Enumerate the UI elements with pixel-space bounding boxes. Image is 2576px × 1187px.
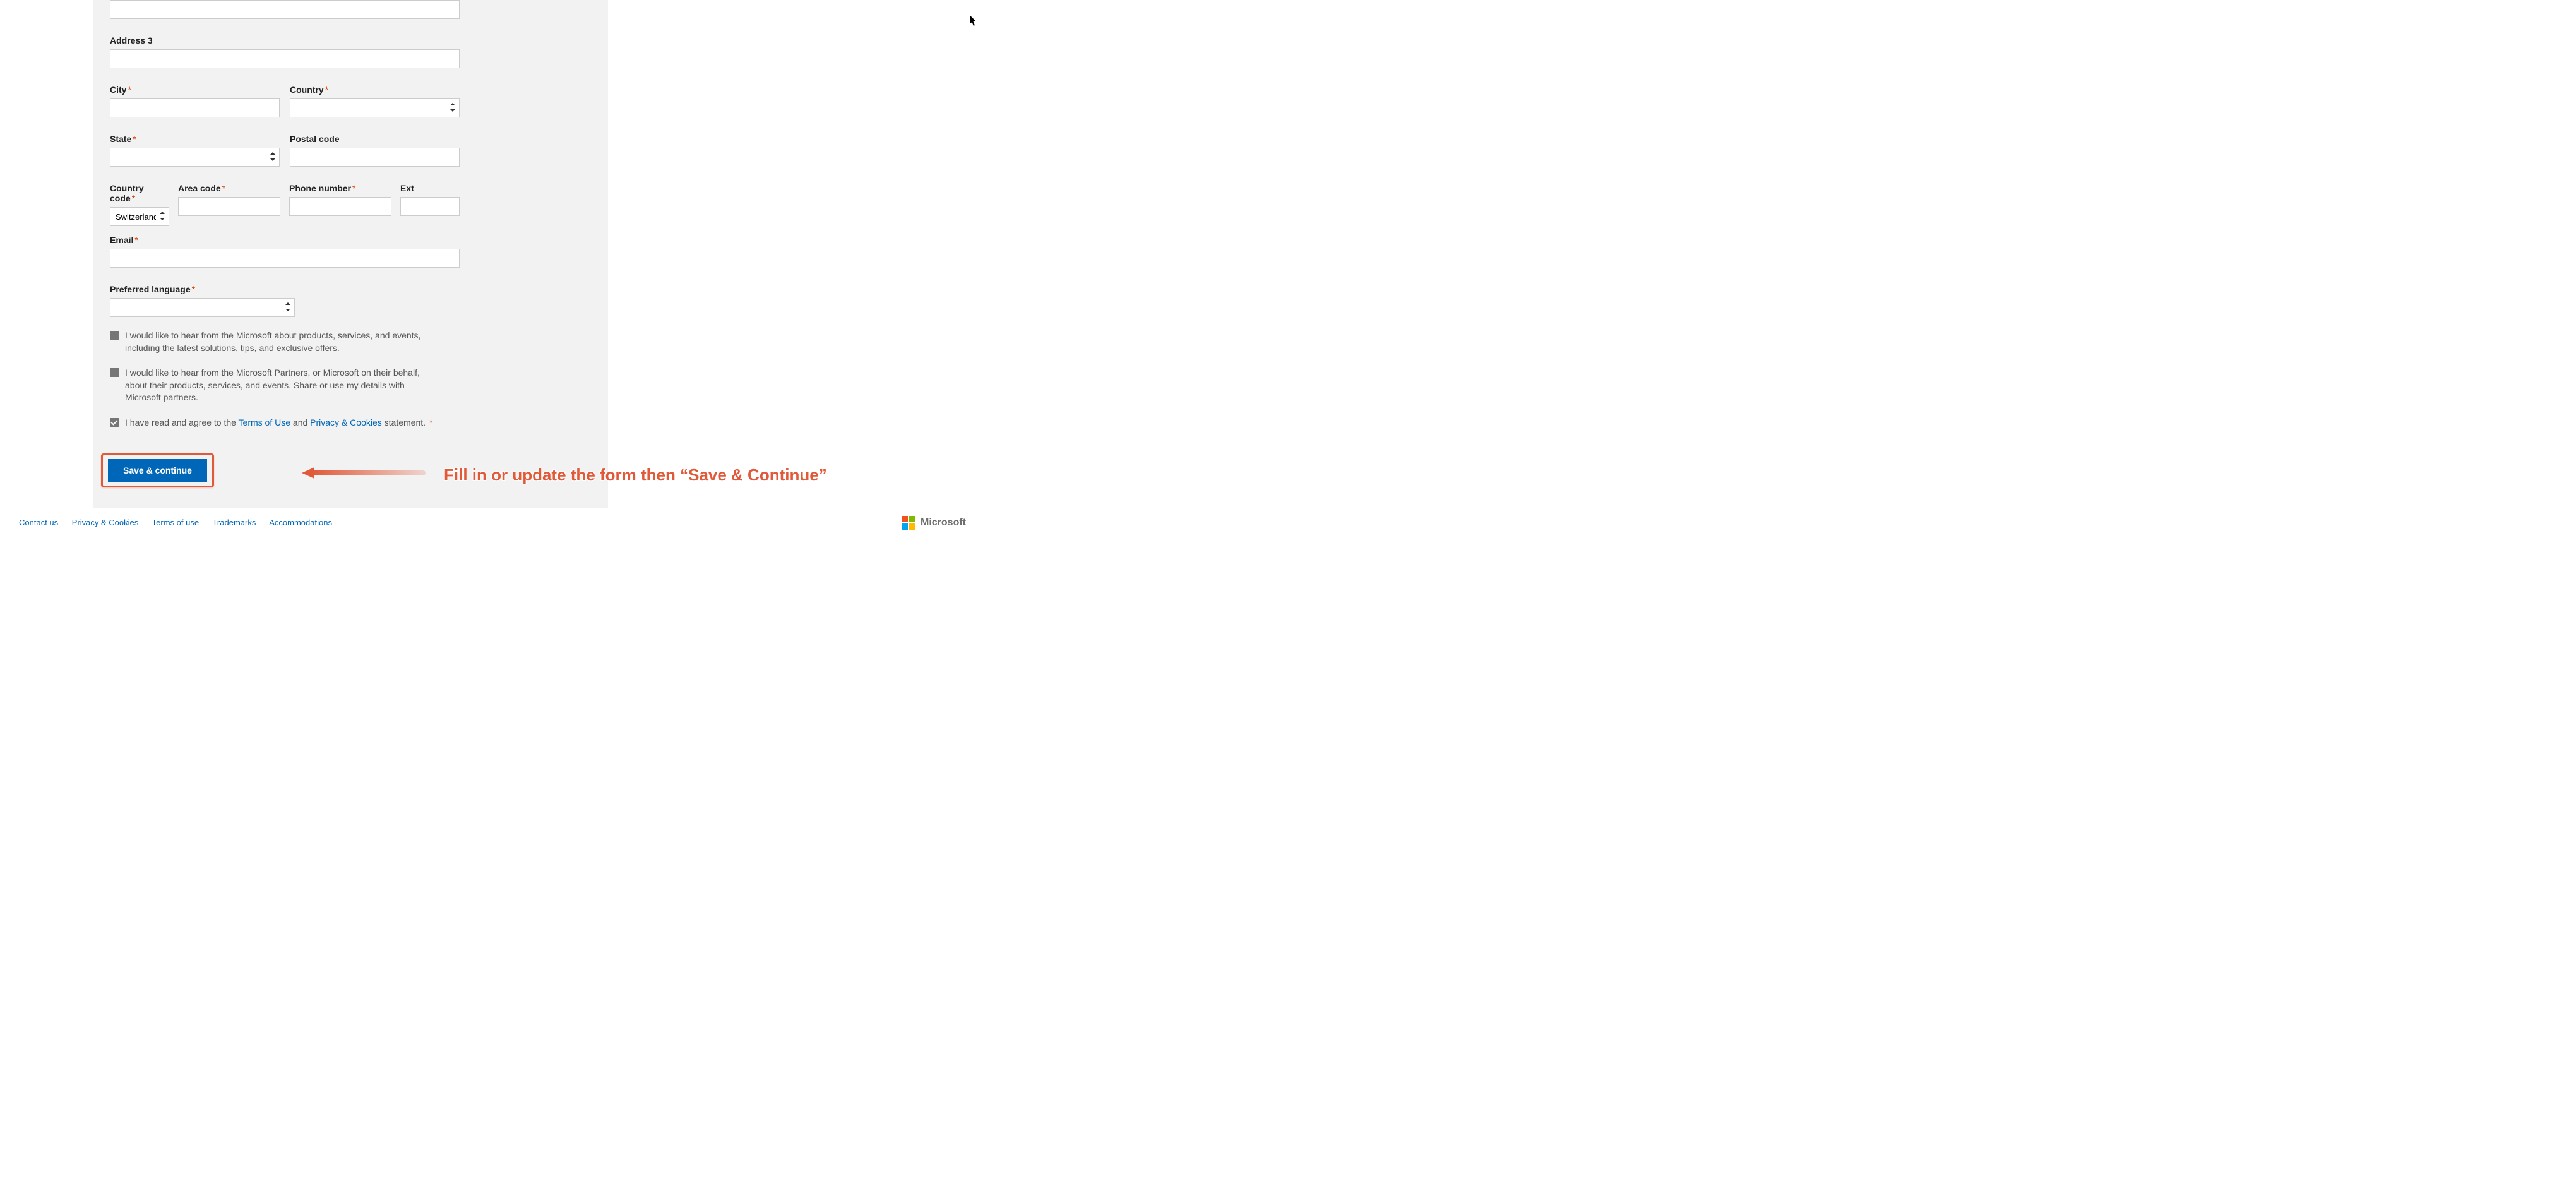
footer-privacy-link[interactable]: Privacy & Cookies	[72, 518, 138, 527]
state-select[interactable]	[110, 148, 280, 167]
terms-of-use-link[interactable]: Terms of Use	[239, 417, 290, 427]
country-select[interactable]	[290, 98, 460, 117]
address2-input[interactable]	[110, 0, 460, 19]
country-label: Country*	[290, 85, 460, 95]
partners-opt-in-label: I would like to hear from the Microsoft …	[125, 367, 441, 404]
footer-terms-link[interactable]: Terms of use	[152, 518, 199, 527]
marketing-opt-in-label: I would like to hear from the Microsoft …	[125, 330, 441, 354]
area-code-input[interactable]	[178, 197, 280, 216]
ext-input[interactable]	[400, 197, 460, 216]
annotation-text: Fill in or update the form then “Save & …	[444, 465, 827, 485]
terms-agree-checkbox[interactable]	[110, 418, 119, 427]
email-input[interactable]	[110, 249, 460, 268]
phone-number-label: Phone number*	[289, 183, 391, 193]
mouse-cursor	[970, 15, 977, 27]
city-label: City*	[110, 85, 280, 95]
marketing-opt-in-checkbox[interactable]	[110, 331, 119, 340]
save-button-highlight: Save & continue	[101, 453, 214, 487]
postal-code-input[interactable]	[290, 148, 460, 167]
state-label: State*	[110, 134, 280, 144]
privacy-cookies-link[interactable]: Privacy & Cookies	[310, 417, 382, 427]
postal-code-label: Postal code	[290, 134, 460, 144]
footer-links: Contact us Privacy & Cookies Terms of us…	[19, 518, 343, 527]
annotation-arrow	[302, 467, 428, 477]
footer-accommodations-link[interactable]: Accommodations	[269, 518, 332, 527]
city-input[interactable]	[110, 98, 280, 117]
ext-label: Ext	[400, 183, 460, 193]
country-code-select[interactable]: Switzerland (+41)	[110, 207, 169, 226]
save-continue-button[interactable]: Save & continue	[108, 459, 207, 482]
chevron-sort-icon	[270, 152, 275, 161]
email-label: Email*	[110, 235, 592, 245]
partners-opt-in-checkbox[interactable]	[110, 368, 119, 377]
country-code-label: Country code*	[110, 183, 169, 203]
footer-trademarks-link[interactable]: Trademarks	[212, 518, 256, 527]
phone-number-input[interactable]	[289, 197, 391, 216]
preferred-language-label: Preferred language*	[110, 284, 592, 294]
footer-contact-link[interactable]: Contact us	[19, 518, 58, 527]
profile-form-panel: Address 3 City* Country*	[93, 0, 608, 508]
microsoft-logo: Microsoft	[902, 516, 966, 530]
terms-agree-label: I have read and agree to the Terms of Us…	[125, 417, 432, 429]
chevron-sort-icon	[450, 103, 455, 112]
preferred-language-select[interactable]	[110, 298, 295, 317]
chevron-sort-icon	[285, 302, 290, 311]
address3-input[interactable]	[110, 49, 460, 68]
microsoft-logo-icon	[902, 516, 915, 530]
page-footer: Contact us Privacy & Cookies Terms of us…	[0, 508, 985, 536]
chevron-sort-icon	[160, 212, 165, 220]
area-code-label: Area code*	[178, 183, 280, 193]
address3-label: Address 3	[110, 35, 592, 45]
